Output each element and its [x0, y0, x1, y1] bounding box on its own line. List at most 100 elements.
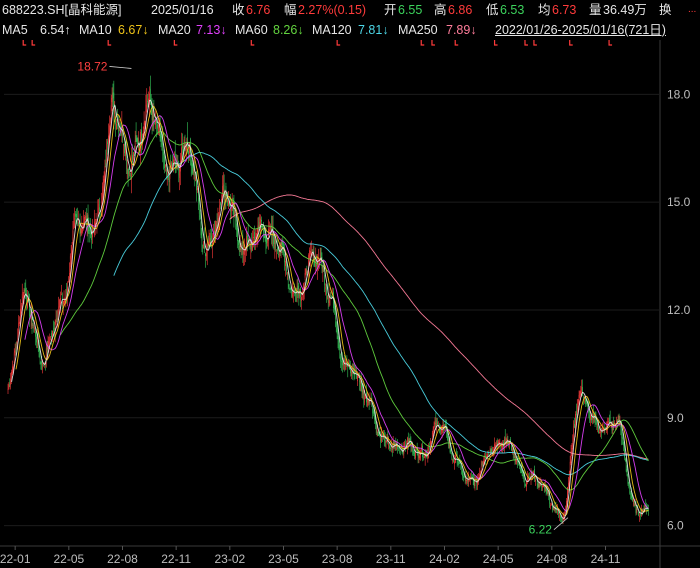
candle — [335, 321, 337, 333]
stock-symbol: 688223.SH[晶科能源] — [2, 3, 122, 17]
volume-value: 36.49万 — [603, 3, 647, 17]
candle — [387, 430, 389, 445]
moving-average-lines — [11, 99, 649, 520]
candle — [55, 310, 57, 326]
candle — [556, 507, 558, 514]
candle — [134, 130, 136, 154]
candle — [593, 414, 595, 423]
candle — [624, 457, 626, 462]
y-tick-label: 15.0 — [667, 195, 691, 209]
y-tick-label: 6.0 — [667, 519, 684, 533]
high-label: 高 — [434, 3, 447, 17]
x-tick-label: 22-01 — [0, 552, 31, 566]
ma20-value: 7.13↓ — [196, 23, 227, 37]
x-tick-label: 24-05 — [483, 552, 514, 566]
event-marker — [336, 40, 341, 46]
ma120-line — [113, 152, 649, 476]
date-range[interactable]: 2022/01/26-2025/01/16(721日) — [495, 20, 666, 40]
candle — [526, 481, 527, 492]
candle — [554, 505, 556, 513]
candle — [322, 265, 324, 282]
candle — [11, 369, 12, 385]
candle — [415, 445, 416, 460]
candle — [563, 512, 565, 521]
candle — [117, 115, 119, 138]
ma60-value: 8.26↓ — [273, 23, 304, 37]
candle — [339, 344, 341, 359]
candle — [579, 390, 581, 399]
candle — [294, 289, 296, 302]
ma5-value: 6.54↑ — [40, 23, 71, 37]
candle — [418, 452, 420, 464]
candle — [385, 440, 387, 449]
candle — [363, 382, 365, 408]
candle — [135, 122, 137, 142]
candle — [442, 420, 444, 434]
event-marker — [493, 40, 498, 46]
candle — [51, 330, 52, 345]
x-tick-label: 24-11 — [591, 552, 621, 566]
candle — [520, 464, 521, 474]
candle — [640, 508, 641, 520]
candle — [372, 405, 373, 419]
candle — [254, 229, 256, 251]
close-value: 6.76 — [246, 3, 271, 17]
candle — [434, 417, 436, 428]
candle — [432, 426, 434, 437]
candle — [580, 385, 582, 397]
candle — [280, 238, 282, 259]
candle — [391, 443, 393, 457]
candle — [428, 443, 430, 459]
candle — [147, 94, 148, 108]
quote-header: 688223.SH[晶科能源] 2025/01/16 收 6.76 幅 2.27… — [0, 0, 700, 20]
candle — [201, 228, 203, 253]
ma10-value: 6.67↓ — [118, 23, 149, 37]
x-tick-label: 24-02 — [429, 552, 460, 566]
candle — [509, 439, 510, 450]
ma250-label: MA250 — [398, 23, 438, 37]
candle — [220, 201, 221, 210]
avg-label: 均 — [538, 3, 551, 17]
candle — [214, 220, 215, 243]
candle — [525, 483, 526, 487]
event-marker — [533, 40, 537, 46]
low-annotation: 6.22 — [529, 523, 553, 537]
candle — [105, 149, 107, 168]
candle — [344, 358, 346, 371]
candle — [367, 392, 368, 408]
kline-chart[interactable]: 18.726.22 18.015.012.09.06.0 22-01 22-05 2… — [0, 40, 700, 568]
candle — [252, 230, 253, 251]
y-tick-label: 18.0 — [667, 87, 691, 101]
event-marker — [173, 40, 178, 46]
event-markers — [22, 40, 613, 46]
candle — [74, 207, 76, 229]
candle — [409, 433, 411, 445]
candle — [604, 422, 606, 435]
candle — [146, 88, 148, 113]
candle — [91, 224, 92, 249]
candle — [639, 512, 640, 522]
candle — [445, 419, 446, 431]
candle — [7, 383, 9, 394]
candle — [467, 475, 469, 487]
candle — [502, 440, 503, 454]
candle — [110, 94, 112, 123]
candle — [269, 221, 270, 233]
more-indicator[interactable]: ... — [688, 0, 696, 20]
high-value: 6.86 — [448, 3, 473, 17]
candle — [474, 476, 476, 491]
candle — [32, 322, 34, 329]
candle — [56, 310, 58, 323]
candle — [452, 458, 454, 464]
candle — [622, 431, 623, 445]
candle — [413, 449, 414, 456]
annotation-leader — [109, 66, 132, 69]
candle — [293, 286, 294, 303]
ma60-label: MA60 — [235, 23, 268, 37]
candle — [93, 209, 95, 238]
candle — [497, 439, 499, 447]
change-value: 2.27%(0.15) — [298, 3, 367, 17]
candle — [305, 267, 307, 276]
candle — [542, 485, 543, 491]
candle — [136, 135, 138, 145]
